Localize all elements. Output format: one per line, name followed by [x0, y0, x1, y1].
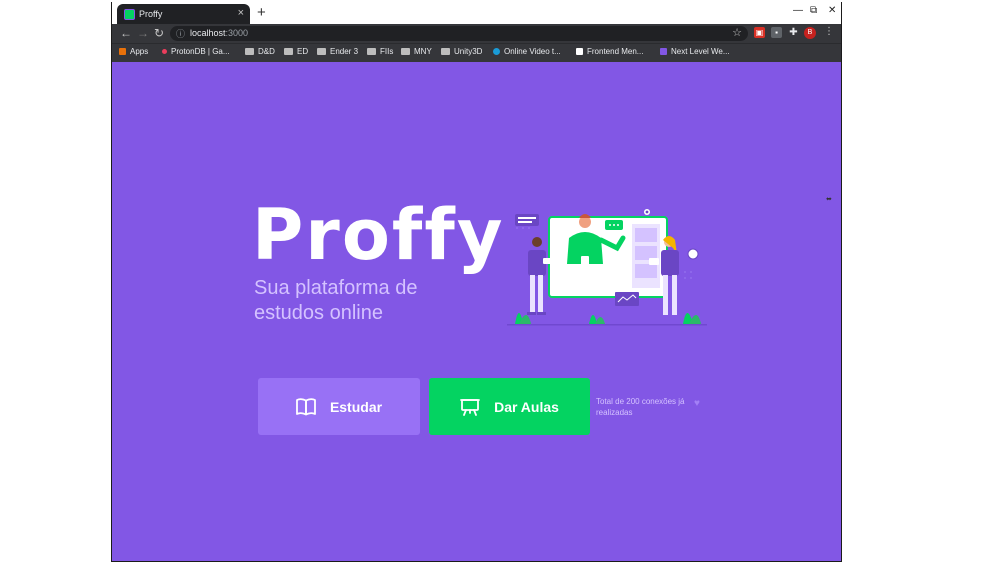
give-classes-button[interactable]: Dar Aulas	[429, 378, 590, 435]
bookmark-mny[interactable]: MNY	[401, 47, 432, 56]
tagline: Sua plataforma de estudos online	[254, 277, 418, 324]
frontend-mentor-icon	[576, 48, 583, 55]
tab-close-icon[interactable]: ×	[238, 7, 244, 19]
study-button-label: Estudar	[329, 398, 383, 415]
extensions-puzzle-icon[interactable]: ✚	[788, 27, 799, 38]
presentation-icon	[460, 398, 480, 416]
bookmark-dnd[interactable]: D&D	[245, 47, 275, 56]
minimize-icon[interactable]: —	[793, 5, 803, 16]
bookmark-frontend-mentor[interactable]: Frontend Men...	[576, 47, 643, 56]
address-toolbar: ← → ↻ ⓘ localhost:3000 ☆ ▣ ▪ ✚ B ⋮	[112, 24, 841, 43]
tab-strip: Proffy × + — ⧉ ✕	[112, 2, 841, 24]
folder-icon	[284, 48, 293, 55]
video-icon	[493, 48, 500, 55]
landing-illustration	[507, 209, 707, 326]
proffy-favicon-icon	[124, 9, 135, 20]
apps-grid-icon	[119, 48, 126, 55]
landing-page: Proffy Sua plataforma de estudos online	[112, 62, 841, 561]
rocketseat-icon	[660, 48, 667, 55]
proffy-logo: Proffy	[252, 194, 505, 276]
profile-avatar[interactable]: B	[804, 27, 816, 39]
bookmark-ender3[interactable]: Ender 3	[317, 47, 358, 56]
total-connections-text: Total de 200 conexões já realizadas	[596, 397, 685, 417]
extension-gray-icon[interactable]: ▪	[771, 27, 782, 38]
menu-dots-icon[interactable]: ⋮	[824, 26, 834, 37]
bookmark-online-video[interactable]: Online Video t...	[493, 47, 561, 56]
bookmarks-bar: Apps ProtonDB | Ga... D&D ED Ender 3 FII…	[112, 43, 841, 62]
tab-title: Proffy	[139, 9, 163, 19]
reload-icon[interactable]: ↻	[154, 26, 164, 40]
bookmark-apps[interactable]: Apps	[119, 47, 148, 56]
bookmark-unity3d[interactable]: Unity3D	[441, 47, 482, 56]
folder-icon	[245, 48, 254, 55]
tab-proffy[interactable]: Proffy ×	[117, 4, 250, 24]
book-icon	[296, 397, 316, 415]
folder-icon	[401, 48, 410, 55]
omnibox[interactable]: ⓘ localhost:3000 ☆	[170, 26, 748, 41]
give-classes-button-label: Dar Aulas	[494, 398, 559, 415]
study-button[interactable]: Estudar	[258, 378, 420, 435]
folder-icon	[367, 48, 376, 55]
bookmark-fiis[interactable]: FIIs	[367, 47, 393, 56]
new-tab-icon[interactable]: +	[257, 4, 266, 21]
info-icon[interactable]: ⓘ	[176, 27, 185, 40]
extension-red-icon[interactable]: ▣	[754, 27, 765, 38]
url-text[interactable]: localhost:3000	[190, 28, 248, 38]
bookmark-star-icon[interactable]: ☆	[732, 26, 742, 39]
forward-icon[interactable]: →	[137, 26, 149, 40]
bookmark-protondb[interactable]: ProtonDB | Ga...	[162, 47, 230, 56]
protondb-icon	[162, 49, 167, 54]
browser-window: Proffy × + — ⧉ ✕ ← → ↻ ⓘ localhost:3000 …	[111, 2, 842, 562]
resize-handle-icon: ⬌	[826, 196, 832, 203]
folder-icon	[441, 48, 450, 55]
close-window-icon[interactable]: ✕	[828, 5, 836, 16]
bookmark-ed[interactable]: ED	[284, 47, 308, 56]
maximize-icon[interactable]: ⧉	[810, 5, 817, 16]
back-icon[interactable]: ←	[120, 26, 132, 40]
purple-heart-icon: ♥	[694, 398, 700, 409]
folder-icon	[317, 48, 326, 55]
bookmark-next-level[interactable]: Next Level We...	[660, 47, 730, 56]
